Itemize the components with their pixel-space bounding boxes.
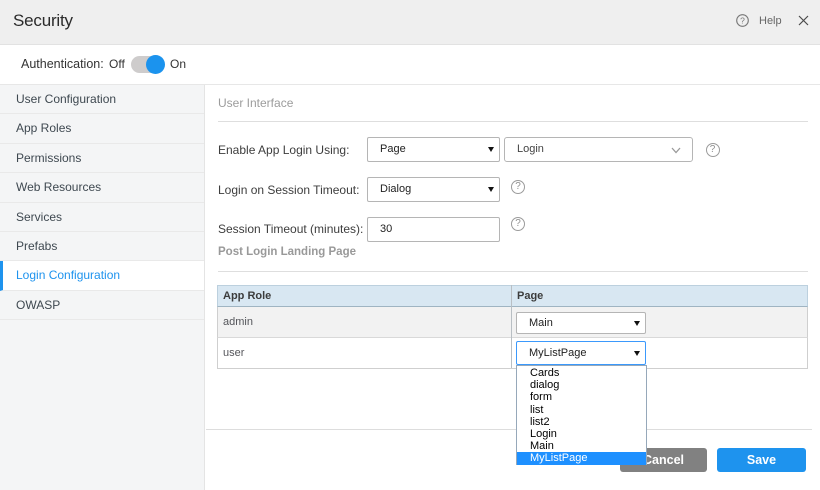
svg-text:?: ?	[740, 15, 745, 25]
